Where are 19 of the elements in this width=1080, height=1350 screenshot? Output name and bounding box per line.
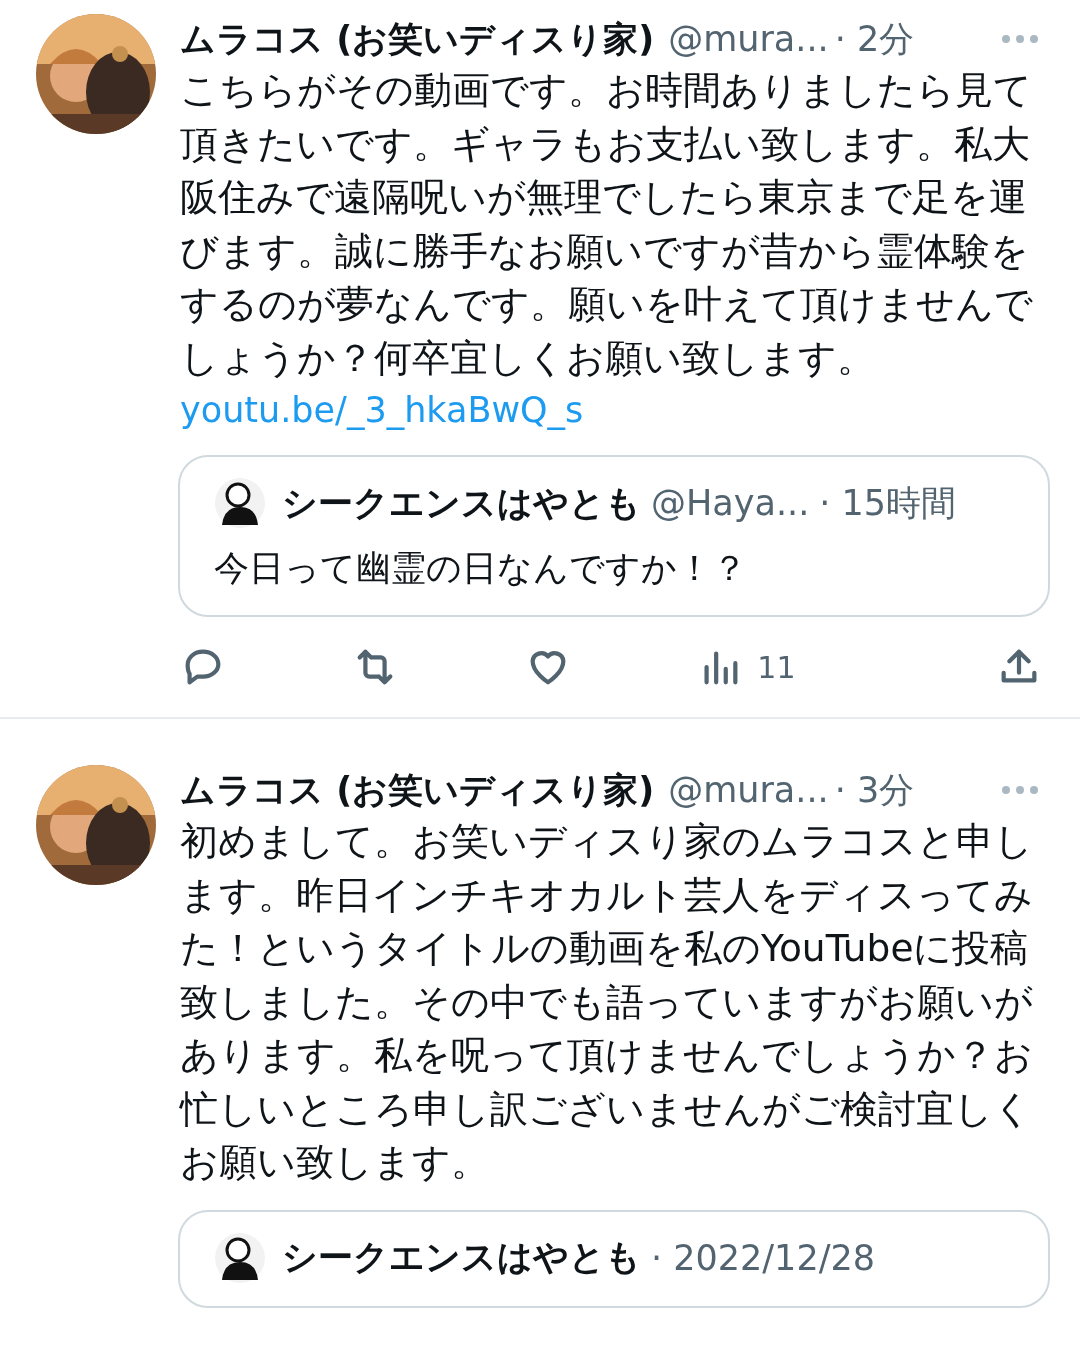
tweet-text: こちらがその動画です。お時間ありましたら見て頂きたいです。ギャラもお支払い致します。私大阪住みで遠隔呪いが無理でしたら東京まで足を運びます。誠に勝手なお願いですが昔から霊体験をするのが夢なんです。願いを叶えて頂けませんでしょうか？何卒宜しくお願い致します。 (180, 67, 1034, 382)
author-handle: @mura... (668, 770, 829, 810)
quoted-tweet-text: 今日って幽霊の日なんですか！？ (214, 547, 748, 590)
author-name[interactable]: ムラコス (お笑いディスり家) (180, 766, 655, 814)
tweet-text: 初めまして。お笑いディスり家のムラコスと申します。昨日インチキオカルト芸人をディスってみた！というタイトルの動画を私のYouTubeに投稿致しました。その中でも語っていますがお願いがあります。私を呪って頂けませんでしょうか？お忙しいところ申し訳ございませんがご検討宜しくお願い致します。 (180, 818, 1034, 1186)
quoted-author-name: シークエンスはやとも (282, 481, 641, 525)
avatar-icon (214, 1231, 266, 1284)
quoted-tweet[interactable]: シークエンスはやとも · 2022/12/28 (178, 1209, 1050, 1308)
quoted-author-name: シークエンスはやとも (282, 1236, 641, 1279)
tweet-time: · 3分 (834, 768, 915, 812)
tweet-time: · 2分 (834, 17, 915, 61)
quoted-tweet-time: · 15時間 (819, 481, 957, 525)
avatar-icon (214, 477, 266, 529)
author-handle: @mura... (668, 19, 829, 59)
author-name[interactable]: ムラコス (お笑いディスり家) (180, 15, 655, 63)
quoted-author-handle: @Haya... (651, 483, 810, 523)
view-count: 11 (757, 649, 796, 685)
quoted-tweet[interactable]: シークエンスはやとも @Haya... · 15時間 今日って幽霊の日なんですか！？ (178, 455, 1050, 617)
quoted-tweet-time: · 2022/12/28 (651, 1237, 875, 1278)
